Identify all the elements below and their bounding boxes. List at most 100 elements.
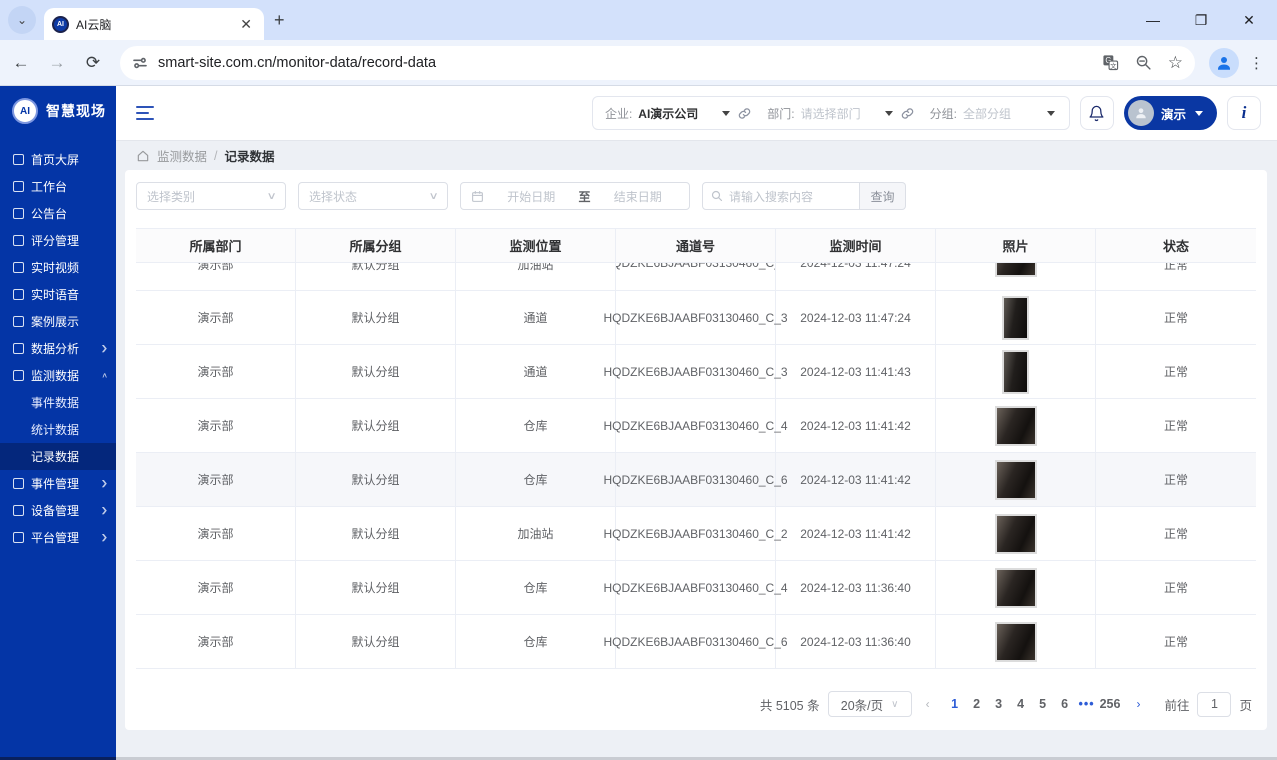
- sidebar-item-设备管理[interactable]: 设备管理 ❯: [0, 497, 116, 524]
- sidebar-item-监测数据[interactable]: 监测数据 ∧: [0, 362, 116, 389]
- sidebar-item-事件管理[interactable]: 事件管理 ❯: [0, 470, 116, 497]
- tab-search-button[interactable]: ⌄: [8, 6, 36, 34]
- browser-tab[interactable]: AI AI云脑 ✕: [44, 8, 264, 40]
- page-number-256[interactable]: 256: [1098, 695, 1123, 713]
- search-input[interactable]: 请输入搜索内容: [702, 182, 860, 210]
- record-photo-thumbnail[interactable]: [994, 621, 1037, 662]
- back-button[interactable]: ←: [6, 48, 36, 78]
- reload-button[interactable]: ⟳: [78, 48, 108, 78]
- page-number-3[interactable]: 3: [988, 695, 1010, 713]
- sidebar-item-工作台[interactable]: 工作台: [0, 173, 116, 200]
- sidebar-item-实时视频[interactable]: 实时视频: [0, 254, 116, 281]
- goto-page-input[interactable]: 1: [1197, 691, 1232, 717]
- department-caret-icon[interactable]: [884, 110, 893, 116]
- page-number-1[interactable]: 1: [944, 695, 966, 713]
- table-row[interactable]: 演示部 默认分组 加油站 HQDZKE6BJAABF03130460_C_2 2024-…: [136, 263, 1256, 291]
- enterprise-caret-icon[interactable]: [722, 110, 731, 116]
- sidebar-item-平台管理[interactable]: 平台管理 ❯: [0, 524, 116, 551]
- cell-text: 加油站: [517, 527, 554, 541]
- video-icon: [13, 262, 24, 273]
- window-close-button[interactable]: ✕: [1229, 4, 1269, 36]
- bookmark-star-icon[interactable]: ☆: [1168, 53, 1183, 73]
- collapse-menu-icon[interactable]: [136, 106, 154, 120]
- query-button[interactable]: 查询: [860, 182, 906, 210]
- page-size-select[interactable]: 20条/页 ∨: [827, 691, 912, 717]
- sidebar-item-数据分析[interactable]: 数据分析 ❯: [0, 335, 116, 362]
- enterprise-select[interactable]: AI演示公司: [638, 105, 714, 122]
- sidebar: AI 智慧现场 首页大屏 工作台 公告台 评分管理 实时视频 实时语音 案例展示 数据分析 ❯ 监…: [0, 86, 116, 760]
- browser-menu-icon[interactable]: ⋮: [1249, 54, 1264, 72]
- record-photo-thumbnail[interactable]: [994, 567, 1037, 608]
- cell-text: 仓库: [523, 473, 548, 487]
- window-restore-button[interactable]: ❐: [1181, 4, 1221, 36]
- cell-text: 演示部: [197, 311, 234, 325]
- table-row[interactable]: 演示部 默认分组 仓库 HQDZKE6BJAABF03130460_C_4 2024-1…: [136, 561, 1256, 615]
- sidebar-subitem-事件数据[interactable]: 事件数据: [0, 389, 116, 416]
- table-row[interactable]: 演示部 默认分组 通道 HQDZKE6BJAABF03130460_C_3 2024-1…: [136, 291, 1256, 345]
- search-icon: [711, 190, 723, 202]
- sidebar-item-案例展示[interactable]: 案例展示: [0, 308, 116, 335]
- page-number-5[interactable]: 5: [1032, 695, 1054, 713]
- dept-cell: 演示部: [136, 345, 296, 398]
- sidebar-item-label: 公告台: [31, 207, 68, 221]
- sidebar-item-公告台[interactable]: 公告台: [0, 200, 116, 227]
- workbench-icon: [13, 181, 24, 192]
- sidebar-item-label: 首页大屏: [31, 153, 80, 167]
- department-label: 部门:: [767, 106, 795, 121]
- table-row[interactable]: 演示部 默认分组 仓库 HQDZKE6BJAABF03130460_C_6 2024-1…: [136, 615, 1256, 669]
- record-photo-thumbnail[interactable]: [1002, 349, 1029, 394]
- sidebar-item-实时语音[interactable]: 实时语音: [0, 281, 116, 308]
- sidebar-item-label: 平台管理: [31, 531, 80, 545]
- cell-text: 2024-12-03 11:41:42: [800, 472, 911, 487]
- tab-close-icon[interactable]: ✕: [236, 16, 256, 33]
- department-select[interactable]: 请选择部门: [801, 105, 877, 122]
- browser-profile-avatar[interactable]: [1209, 47, 1239, 78]
- page-number-6[interactable]: 6: [1054, 695, 1076, 713]
- breadcrumb-parent[interactable]: 监测数据: [157, 146, 207, 165]
- user-menu-button[interactable]: 演示: [1123, 96, 1217, 130]
- record-photo-thumbnail[interactable]: [1002, 295, 1029, 340]
- dept-cell: 演示部: [136, 399, 296, 452]
- next-page-button[interactable]: ›: [1130, 697, 1146, 711]
- record-photo-thumbnail[interactable]: [994, 513, 1037, 554]
- cell-text: 2024-12-03 11:47:24: [800, 263, 911, 270]
- status-select[interactable]: 选择状态 ∨: [298, 182, 448, 210]
- table-row[interactable]: 演示部 默认分组 仓库 HQDZKE6BJAABF03130460_C_4 2024-1…: [136, 399, 1256, 453]
- info-button[interactable]: i: [1227, 96, 1261, 130]
- column-header-监测位置: 监测位置: [456, 229, 616, 262]
- sidebar-item-评分管理[interactable]: 评分管理: [0, 227, 116, 254]
- url-bar[interactable]: smart-site.com.cn/monitor-data/record-da…: [120, 45, 1195, 80]
- table-row[interactable]: 演示部 默认分组 加油站 HQDZKE6BJAABF03130460_C_2 2024-…: [136, 507, 1256, 561]
- department-link-icon[interactable]: [901, 107, 914, 120]
- window-minimize-button[interactable]: —: [1133, 4, 1173, 36]
- start-date-placeholder[interactable]: 开始日期: [490, 188, 573, 205]
- notification-bell-button[interactable]: [1079, 96, 1114, 130]
- site-settings-icon[interactable]: [132, 55, 148, 71]
- sidebar-subitem-记录数据[interactable]: 记录数据: [0, 443, 116, 470]
- zoom-icon[interactable]: [1135, 54, 1152, 71]
- table-row[interactable]: 演示部 默认分组 通道 HQDZKE6BJAABF03130460_C_3 2024-1…: [136, 345, 1256, 399]
- end-date-placeholder[interactable]: 结束日期: [597, 188, 680, 205]
- group-select[interactable]: 全部分组: [963, 105, 1039, 122]
- page-number-2[interactable]: 2: [966, 695, 988, 713]
- enterprise-link-icon[interactable]: [738, 107, 751, 120]
- record-photo-thumbnail[interactable]: [994, 405, 1037, 446]
- translate-icon[interactable]: G文: [1102, 54, 1119, 71]
- new-tab-button[interactable]: +: [274, 10, 285, 31]
- forward-button[interactable]: →: [42, 48, 72, 78]
- sidebar-subitem-统计数据[interactable]: 统计数据: [0, 416, 116, 443]
- filter-bar: 选择类别 ∨ 选择状态 ∨ 开始日期 至 结束日期 请输入搜索内容 查询: [136, 182, 1256, 210]
- page-number-4[interactable]: 4: [1010, 695, 1032, 713]
- group-caret-icon[interactable]: [1046, 110, 1055, 116]
- record-photo-thumbnail[interactable]: [994, 263, 1037, 277]
- table-row[interactable]: 演示部 默认分组 仓库 HQDZKE6BJAABF03130460_C_6 2024-1…: [136, 453, 1256, 507]
- date-range-picker[interactable]: 开始日期 至 结束日期: [460, 182, 690, 210]
- column-header-所属分组: 所属分组: [296, 229, 456, 262]
- url-text: smart-site.com.cn/monitor-data/record-da…: [158, 54, 437, 71]
- prev-page-button[interactable]: ‹: [920, 697, 936, 711]
- location-cell: 加油站: [456, 507, 616, 560]
- record-photo-thumbnail[interactable]: [994, 459, 1037, 500]
- category-select[interactable]: 选择类别 ∨: [136, 182, 286, 210]
- sidebar-item-首页大屏[interactable]: 首页大屏: [0, 146, 116, 173]
- cell-text: 通道: [523, 365, 548, 379]
